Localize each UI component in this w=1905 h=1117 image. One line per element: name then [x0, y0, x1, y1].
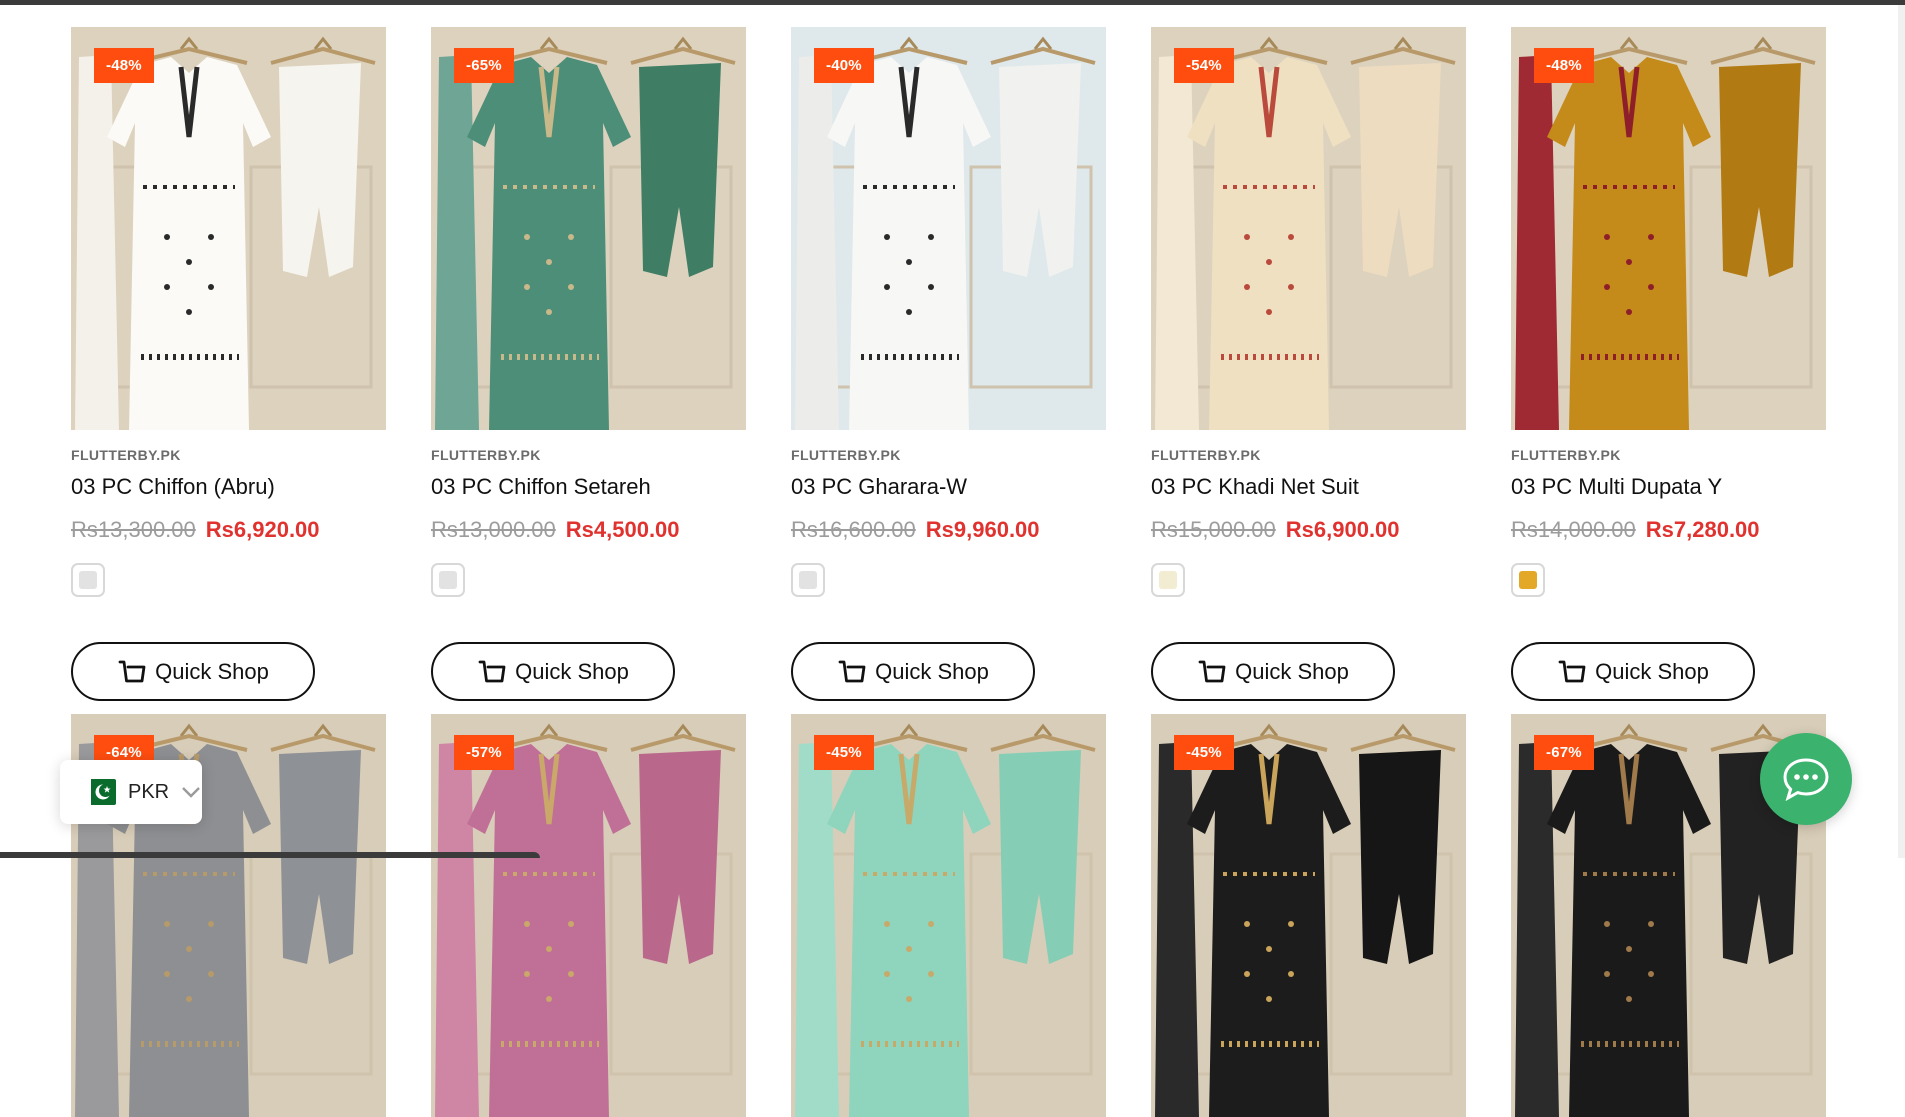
product-image-link[interactable]: -48% [1511, 27, 1826, 430]
product-card[interactable]: -48% FLUTTERBY.PK 03 PC Chiffon (Abru) Rs13… [71, 27, 386, 707]
quick-shop-button[interactable]: Quick Shop [1151, 642, 1395, 701]
product-price: Rs13,300.00 Rs6,920.00 [71, 517, 320, 543]
product-card[interactable]: -45% [791, 714, 1106, 1117]
product-card[interactable]: -65% FLUTTERBY.PK 03 PC Chiffon Setareh Rs1… [431, 27, 746, 707]
discount-badge: -45% [814, 735, 874, 770]
product-price: Rs13,000.00 Rs4,500.00 [431, 517, 680, 543]
product-card[interactable]: -40% FLUTTERBY.PK 03 PC Gharara-W Rs16,600.… [791, 27, 1106, 707]
sale-price: Rs7,280.00 [1645, 517, 1760, 542]
compare-at-price: Rs14,000.00 [1511, 517, 1636, 542]
product-image [791, 27, 1106, 430]
sale-price: Rs6,920.00 [205, 517, 320, 542]
color-swatch-fill [79, 571, 97, 589]
compare-at-price: Rs15,000.00 [1151, 517, 1276, 542]
product-title[interactable]: 03 PC Gharara-W [791, 474, 967, 500]
compare-at-price: Rs13,300.00 [71, 517, 196, 542]
shopping-bag-icon [1198, 660, 1226, 682]
product-image-link[interactable]: -54% [1151, 27, 1466, 430]
product-vendor[interactable]: FLUTTERBY.PK [431, 447, 541, 463]
product-card[interactable]: -54% FLUTTERBY.PK 03 PC Khadi Net Suit Rs15… [1151, 27, 1466, 707]
product-image [431, 27, 746, 430]
product-vendor[interactable]: FLUTTERBY.PK [791, 447, 901, 463]
discount-badge: -40% [814, 48, 874, 83]
product-card[interactable]: -57% [431, 714, 746, 1117]
discount-badge: -48% [94, 48, 154, 83]
product-price: Rs16,600.00 Rs9,960.00 [791, 517, 1040, 543]
product-vendor[interactable]: FLUTTERBY.PK [1151, 447, 1261, 463]
quick-shop-label: Quick Shop [875, 658, 989, 684]
chat-button[interactable] [1760, 733, 1852, 825]
sale-price: Rs9,960.00 [925, 517, 1040, 542]
product-image [1511, 27, 1826, 430]
product-image-link[interactable]: -57% [431, 714, 746, 1117]
scrollbar[interactable] [1898, 5, 1905, 858]
bottom-taskbar-edge [0, 852, 540, 858]
color-swatch-fill [799, 571, 817, 589]
product-image-link[interactable]: -48% [71, 27, 386, 430]
discount-badge: -65% [454, 48, 514, 83]
color-swatch[interactable] [1511, 563, 1545, 597]
product-image [1151, 714, 1466, 1117]
quick-shop-button[interactable]: Quick Shop [791, 642, 1035, 701]
product-vendor[interactable]: FLUTTERBY.PK [71, 447, 181, 463]
sale-price: Rs4,500.00 [565, 517, 680, 542]
color-swatch-fill [1519, 571, 1537, 589]
color-swatch[interactable] [431, 563, 465, 597]
product-card[interactable]: -48% FLUTTERBY.PK 03 PC Multi Dupata Y Rs14… [1511, 27, 1826, 707]
currency-code: PKR [128, 780, 170, 803]
compare-at-price: Rs16,600.00 [791, 517, 916, 542]
sale-price: Rs6,900.00 [1285, 517, 1400, 542]
product-title[interactable]: 03 PC Khadi Net Suit [1151, 474, 1359, 500]
color-swatch[interactable] [791, 563, 825, 597]
product-image-link[interactable]: -45% [791, 714, 1106, 1117]
discount-badge: -57% [454, 735, 514, 770]
product-image [431, 714, 746, 1117]
chevron-down-icon [182, 787, 200, 798]
shopping-bag-icon [1558, 660, 1586, 682]
quick-shop-label: Quick Shop [1595, 658, 1709, 684]
color-swatch[interactable] [1151, 563, 1185, 597]
discount-badge: -45% [1174, 735, 1234, 770]
product-title[interactable]: 03 PC Chiffon Setareh [431, 474, 651, 500]
product-vendor[interactable]: FLUTTERBY.PK [1511, 447, 1621, 463]
quick-shop-label: Quick Shop [515, 658, 629, 684]
chat-bubble-icon [1783, 758, 1829, 802]
compare-at-price: Rs13,000.00 [431, 517, 556, 542]
product-image [1151, 27, 1466, 430]
quick-shop-button[interactable]: Quick Shop [1511, 642, 1755, 701]
discount-badge: -54% [1174, 48, 1234, 83]
shopping-bag-icon [838, 660, 866, 682]
product-image-link[interactable]: -40% [791, 27, 1106, 430]
quick-shop-button[interactable]: Quick Shop [71, 642, 315, 701]
product-image-link[interactable]: -45% [1151, 714, 1466, 1117]
currency-selector[interactable]: PKR [60, 760, 202, 824]
quick-shop-button[interactable]: Quick Shop [431, 642, 675, 701]
color-swatch-fill [439, 571, 457, 589]
pakistan-flag-icon [82, 779, 116, 805]
shopping-bag-icon [478, 660, 506, 682]
quick-shop-label: Quick Shop [1235, 658, 1349, 684]
product-image [71, 27, 386, 430]
product-image-link[interactable]: -65% [431, 27, 746, 430]
color-swatch-fill [1159, 571, 1177, 589]
product-price: Rs15,000.00 Rs6,900.00 [1151, 517, 1400, 543]
quick-shop-label: Quick Shop [155, 658, 269, 684]
product-grid: -48% FLUTTERBY.PK 03 PC Chiffon (Abru) Rs13… [0, 0, 1905, 1117]
product-image [791, 714, 1106, 1117]
product-card[interactable]: -45% [1151, 714, 1466, 1117]
shopping-bag-icon [118, 660, 146, 682]
discount-badge: -48% [1534, 48, 1594, 83]
color-swatch[interactable] [71, 563, 105, 597]
product-title[interactable]: 03 PC Chiffon (Abru) [71, 474, 275, 500]
discount-badge: -67% [1534, 735, 1594, 770]
product-title[interactable]: 03 PC Multi Dupata Y [1511, 474, 1722, 500]
product-price: Rs14,000.00 Rs7,280.00 [1511, 517, 1760, 543]
